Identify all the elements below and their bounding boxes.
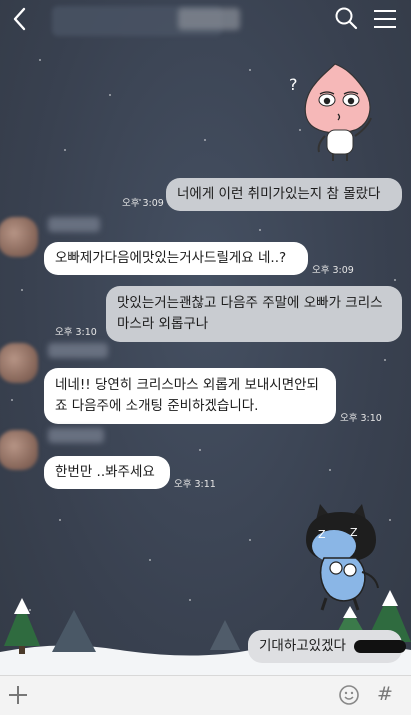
tree-mid-dark: [210, 620, 240, 650]
plus-icon[interactable]: [6, 683, 30, 707]
message-line: 네네!! 당연히 크리스마스 외롭게 보내시면안되: [55, 377, 319, 393]
message-bubble-outgoing[interactable]: 맛있는거는괜찮고 다음주 주말에 오빠가 크리스 마스라 외롭구나: [106, 286, 402, 342]
message-timestamp: 오후 3:10: [340, 413, 382, 424]
message-bubble-outgoing[interactable]: 기대하고있겠다: [248, 630, 407, 663]
sender-name-blurred: [48, 217, 100, 232]
message-bubble-incoming[interactable]: 오빠제가다음에맛있는거사드릴게요 네..?: [44, 242, 308, 275]
search-icon[interactable]: [332, 4, 360, 32]
message-bubble-incoming[interactable]: 네네!! 당연히 크리스마스 외롭게 보내시면안되 죠 다음주에 소개팅 준비하…: [44, 368, 336, 424]
message-timestamp: 오후 3:09: [312, 265, 354, 276]
message-line: 맛있는거는괜찮고 다음주 주말에 오빠가 크리스: [117, 295, 383, 311]
hamburger-menu-icon[interactable]: [371, 6, 399, 32]
message-timestamp: 오후 3:10: [55, 327, 97, 338]
sender-name-blurred: [48, 428, 104, 443]
hashtag-search-button[interactable]: #: [374, 681, 396, 707]
message-input[interactable]: [38, 681, 332, 711]
chevron-left-icon[interactable]: [6, 4, 36, 34]
tree-left: [4, 598, 40, 654]
message-text: 기대하고있겠다: [259, 638, 346, 654]
message-input-bar: #: [0, 675, 411, 715]
emoji-icon[interactable]: [338, 684, 360, 706]
message-timestamp: 오후 3:11: [174, 479, 216, 490]
peach-character-sticker: ?: [289, 63, 372, 161]
sticker-question-mark: ?: [289, 75, 298, 94]
message-bubble-outgoing[interactable]: 너에게 이런 취미가있는지 참 몰랐다: [166, 178, 402, 211]
message-timestamp: 오후 3:09: [122, 198, 164, 209]
avatar[interactable]: [0, 217, 38, 257]
redacted-scribble: [354, 639, 407, 653]
svg-text:Z: Z: [318, 528, 326, 541]
avatar[interactable]: [0, 430, 38, 470]
message-line: 죠 다음주에 소개팅 준비하겠습니다.: [55, 398, 259, 414]
message-line: 마스라 외롭구나: [117, 316, 209, 332]
chat-header: [0, 0, 411, 40]
avatar[interactable]: [0, 343, 38, 383]
chat-title-redaction: [178, 8, 240, 30]
tree-left-dark: [52, 610, 96, 652]
svg-text:Z: Z: [350, 526, 358, 539]
sender-name-blurred: [48, 343, 108, 358]
message-bubble-incoming[interactable]: 한번만 ..봐주세요: [44, 456, 170, 489]
